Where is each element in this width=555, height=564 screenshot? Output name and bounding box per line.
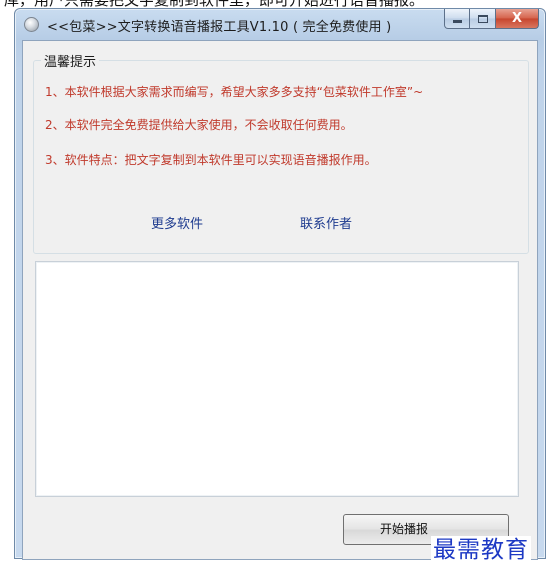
app-window: <<包菜>>文字转换语音播报工具V1.10 ( 完全免费使用 ) X 温馨提示 … [14, 8, 546, 560]
tip-3: 3、软件特点：把文字复制到本软件里可以实现语音播报作用。 [45, 153, 377, 167]
title-bar[interactable]: <<包菜>>文字转换语音播报工具V1.10 ( 完全免费使用 ) X [15, 9, 545, 39]
minimize-icon [452, 20, 462, 23]
window-controls: X [444, 9, 539, 29]
more-software-link[interactable]: 更多软件 [151, 213, 203, 232]
groupbox-title: 温馨提示 [41, 51, 100, 70]
minimize-button[interactable] [444, 9, 470, 29]
app-icon[interactable] [24, 17, 39, 32]
client-area: 温馨提示 1、本软件根据大家需求而编写，希望大家多多支持“包菜软件工作室”~ 2… [22, 40, 538, 560]
close-icon: X [511, 11, 523, 26]
close-button[interactable]: X [496, 9, 539, 29]
window-title: <<包菜>>文字转换语音播报工具V1.10 ( 完全免费使用 ) [47, 20, 392, 35]
contact-author-link[interactable]: 联系作者 [300, 213, 352, 232]
tip-1: 1、本软件根据大家需求而编写，希望大家多多支持“包菜软件工作室”~ [45, 85, 424, 99]
notice-groupbox: 温馨提示 1、本软件根据大家需求而编写，希望大家多多支持“包菜软件工作室”~ 2… [33, 51, 529, 254]
maximize-button[interactable] [470, 9, 496, 29]
tip-2: 2、本软件完全免费提供给大家使用，不会收取任何费用。 [45, 118, 353, 132]
maximize-icon [477, 14, 488, 23]
text-input-area[interactable] [35, 261, 519, 497]
watermark-text: 最需教育 [431, 536, 531, 564]
